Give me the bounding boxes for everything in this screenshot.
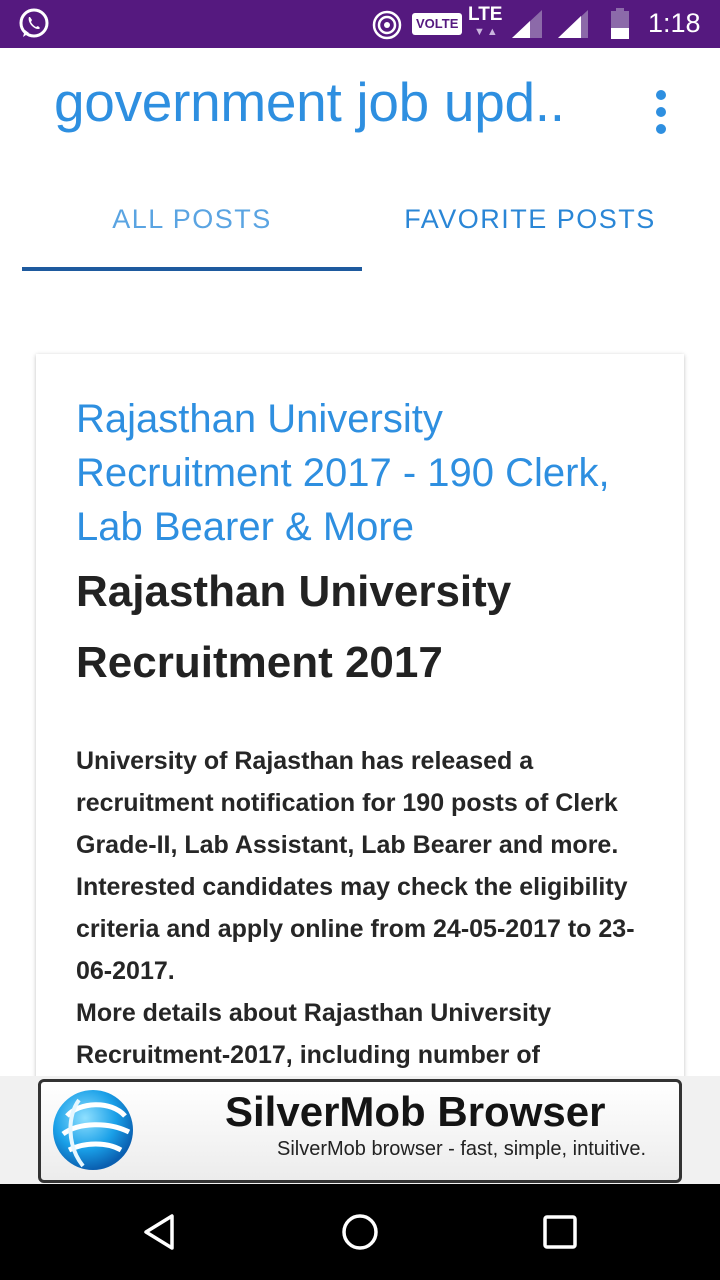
ad-subtitle: SilverMob browser - fast, simple, intuit… (277, 1138, 647, 1160)
post-body-more: More details about Rajasthan University … (76, 999, 552, 1069)
tab-bar: ALL POSTS FAVORITE POSTS (0, 170, 720, 274)
navigation-bar (0, 1184, 720, 1280)
overflow-menu-icon[interactable] (644, 88, 678, 136)
battery-icon (611, 8, 629, 39)
post-card[interactable]: Rajasthan University Recruitment 2017 - … (36, 354, 684, 1094)
post-heading: Rajasthan University Recruitment 2017 (76, 567, 512, 687)
tab-all-posts[interactable]: ALL POSTS (22, 204, 362, 235)
home-icon[interactable] (338, 1210, 382, 1254)
status-bar: VOLTE LTE ▼▲ 1:18 (0, 0, 720, 48)
ad-title: SilverMob Browser (225, 1088, 606, 1135)
whatsapp-icon (19, 8, 49, 38)
post-body-paragraph: University of Rajasthan has released a r… (76, 747, 635, 985)
silvermob-logo-icon (53, 1090, 133, 1170)
signal-icon (558, 10, 588, 38)
ad-area: SilverMob Browser SilverMob browser - fa… (0, 1076, 720, 1184)
status-time: 1:18 (648, 8, 701, 38)
data-activity-icon: ▼▲ (474, 26, 500, 38)
app-title: government job upd.. (54, 71, 565, 133)
volte-badge: VOLTE (412, 13, 463, 35)
recent-apps-icon[interactable] (538, 1210, 582, 1254)
post-title-link[interactable]: Rajasthan University Recruitment 2017 - … (76, 392, 636, 554)
network-type-label: LTE (468, 4, 503, 25)
ad-banner[interactable]: SilverMob Browser SilverMob browser - fa… (38, 1079, 682, 1183)
post-body: University of Rajasthan has released a r… (76, 740, 656, 1076)
hotspot-icon (372, 10, 402, 40)
tab-favorite-posts[interactable]: FAVORITE POSTS (362, 204, 698, 235)
app-toolbar: government job upd.. (0, 48, 720, 170)
signal-icon (512, 10, 542, 38)
tab-selected-indicator (22, 267, 362, 271)
back-icon[interactable] (138, 1210, 182, 1254)
